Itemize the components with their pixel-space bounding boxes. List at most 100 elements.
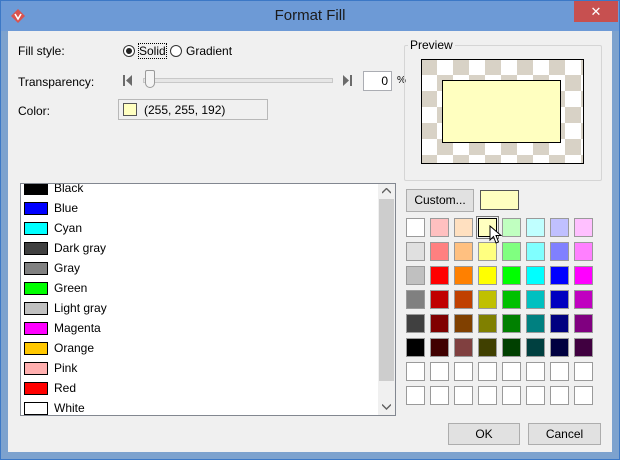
palette-cell[interactable] (574, 386, 593, 405)
palette-cell[interactable] (478, 314, 497, 333)
palette-cell[interactable] (406, 290, 425, 309)
skip-to-start-icon[interactable] (123, 74, 133, 87)
gradient-radio[interactable] (170, 45, 182, 57)
palette-cell[interactable] (550, 362, 569, 381)
palette-cell[interactable] (454, 338, 473, 357)
palette-cell[interactable] (502, 338, 521, 357)
palette-cell[interactable] (550, 314, 569, 333)
palette-cell[interactable] (430, 290, 449, 309)
transparency-slider-track[interactable] (143, 78, 333, 83)
color-list-item[interactable]: Black (24, 184, 364, 199)
palette-cell[interactable] (502, 386, 521, 405)
palette-cell[interactable] (478, 266, 497, 285)
color-list-item[interactable]: Magenta (24, 319, 364, 339)
palette-cell[interactable] (430, 266, 449, 285)
palette-cell[interactable] (430, 338, 449, 357)
scroll-up-icon[interactable] (382, 188, 391, 194)
custom-color-button[interactable]: Custom... (406, 189, 474, 212)
palette-cell[interactable] (430, 218, 449, 237)
palette-cell[interactable] (478, 338, 497, 357)
palette-cell[interactable] (502, 362, 521, 381)
skip-to-end-icon[interactable] (342, 74, 352, 87)
palette-cell[interactable] (574, 290, 593, 309)
color-list-item[interactable]: Pink (24, 359, 364, 379)
palette-cell[interactable] (550, 290, 569, 309)
scrollbar-thumb[interactable] (379, 199, 394, 381)
color-list-item[interactable]: Red (24, 379, 364, 399)
color-list-item-swatch (24, 282, 48, 295)
palette-cell[interactable] (526, 362, 545, 381)
palette-cell[interactable] (430, 386, 449, 405)
color-list-item-label: Light gray (54, 301, 107, 315)
color-list-item[interactable]: Light gray (24, 299, 364, 319)
color-list-scrollbar[interactable] (378, 184, 395, 415)
color-list-item[interactable]: Blue (24, 199, 364, 219)
color-field[interactable]: (255, 255, 192) (118, 99, 268, 120)
palette-cell[interactable] (574, 338, 593, 357)
palette-cell[interactable] (550, 386, 569, 405)
color-list-item[interactable]: Dark gray (24, 239, 364, 259)
color-list-item[interactable]: Green (24, 279, 364, 299)
palette-cell[interactable] (406, 338, 425, 357)
fill-style-label: Fill style: (18, 44, 65, 58)
color-list[interactable]: Black Blue Cyan Dark gray Gray Green Light gra… (20, 183, 396, 416)
palette-cell[interactable] (454, 242, 473, 261)
palette-cell[interactable] (526, 338, 545, 357)
palette-cell[interactable] (574, 218, 593, 237)
palette-cell[interactable] (454, 218, 473, 237)
color-list-item[interactable]: White (24, 399, 364, 415)
palette-cell[interactable] (478, 290, 497, 309)
palette-cell[interactable] (574, 242, 593, 261)
color-list-item-label: Red (54, 381, 77, 395)
solid-radio-label[interactable]: Solid (138, 43, 167, 59)
palette-cell[interactable] (406, 314, 425, 333)
palette-cell[interactable] (574, 266, 593, 285)
palette-cell[interactable] (430, 314, 449, 333)
palette-cell[interactable] (454, 362, 473, 381)
palette-cell[interactable] (550, 242, 569, 261)
palette-cell[interactable] (430, 242, 449, 261)
color-list-item[interactable]: Cyan (24, 219, 364, 239)
palette-cell[interactable] (406, 218, 425, 237)
solid-radio[interactable] (123, 45, 135, 57)
palette-cell[interactable] (454, 314, 473, 333)
palette-cell[interactable] (502, 314, 521, 333)
palette-cell[interactable] (526, 290, 545, 309)
palette-cell[interactable] (574, 362, 593, 381)
palette-cell[interactable] (574, 314, 593, 333)
title-bar[interactable]: Format Fill ✕ (1, 1, 619, 31)
palette-cell[interactable] (550, 218, 569, 237)
close-button[interactable]: ✕ (574, 1, 618, 22)
palette-cell[interactable] (430, 362, 449, 381)
gradient-radio-label[interactable]: Gradient (186, 44, 232, 58)
palette-cell[interactable] (454, 290, 473, 309)
scroll-down-icon[interactable] (382, 404, 391, 410)
palette-cell[interactable] (454, 386, 473, 405)
palette-cell[interactable] (454, 266, 473, 285)
palette-cell[interactable] (550, 338, 569, 357)
color-list-item-swatch (24, 222, 48, 235)
palette-cell[interactable] (502, 266, 521, 285)
ok-button[interactable]: OK (448, 423, 520, 445)
palette-cell[interactable] (406, 266, 425, 285)
color-list-item[interactable]: Gray (24, 259, 364, 279)
palette-cell[interactable] (526, 314, 545, 333)
palette-cell[interactable] (526, 266, 545, 285)
palette-cell[interactable] (502, 290, 521, 309)
palette-cell[interactable] (406, 242, 425, 261)
palette-cell[interactable] (502, 218, 521, 237)
transparency-slider-thumb[interactable] (145, 70, 155, 88)
palette-cell[interactable] (526, 218, 545, 237)
cancel-button[interactable]: Cancel (528, 423, 601, 445)
transparency-input[interactable]: 0 (363, 71, 392, 91)
palette-cell[interactable] (478, 362, 497, 381)
palette-cell[interactable] (502, 242, 521, 261)
palette-cell[interactable] (478, 386, 497, 405)
palette-cell[interactable] (550, 266, 569, 285)
palette-cell[interactable] (406, 386, 425, 405)
palette-cell[interactable] (526, 242, 545, 261)
palette-cell[interactable] (526, 386, 545, 405)
color-list-item-swatch (24, 382, 48, 395)
color-list-item[interactable]: Orange (24, 339, 364, 359)
palette-cell[interactable] (406, 362, 425, 381)
